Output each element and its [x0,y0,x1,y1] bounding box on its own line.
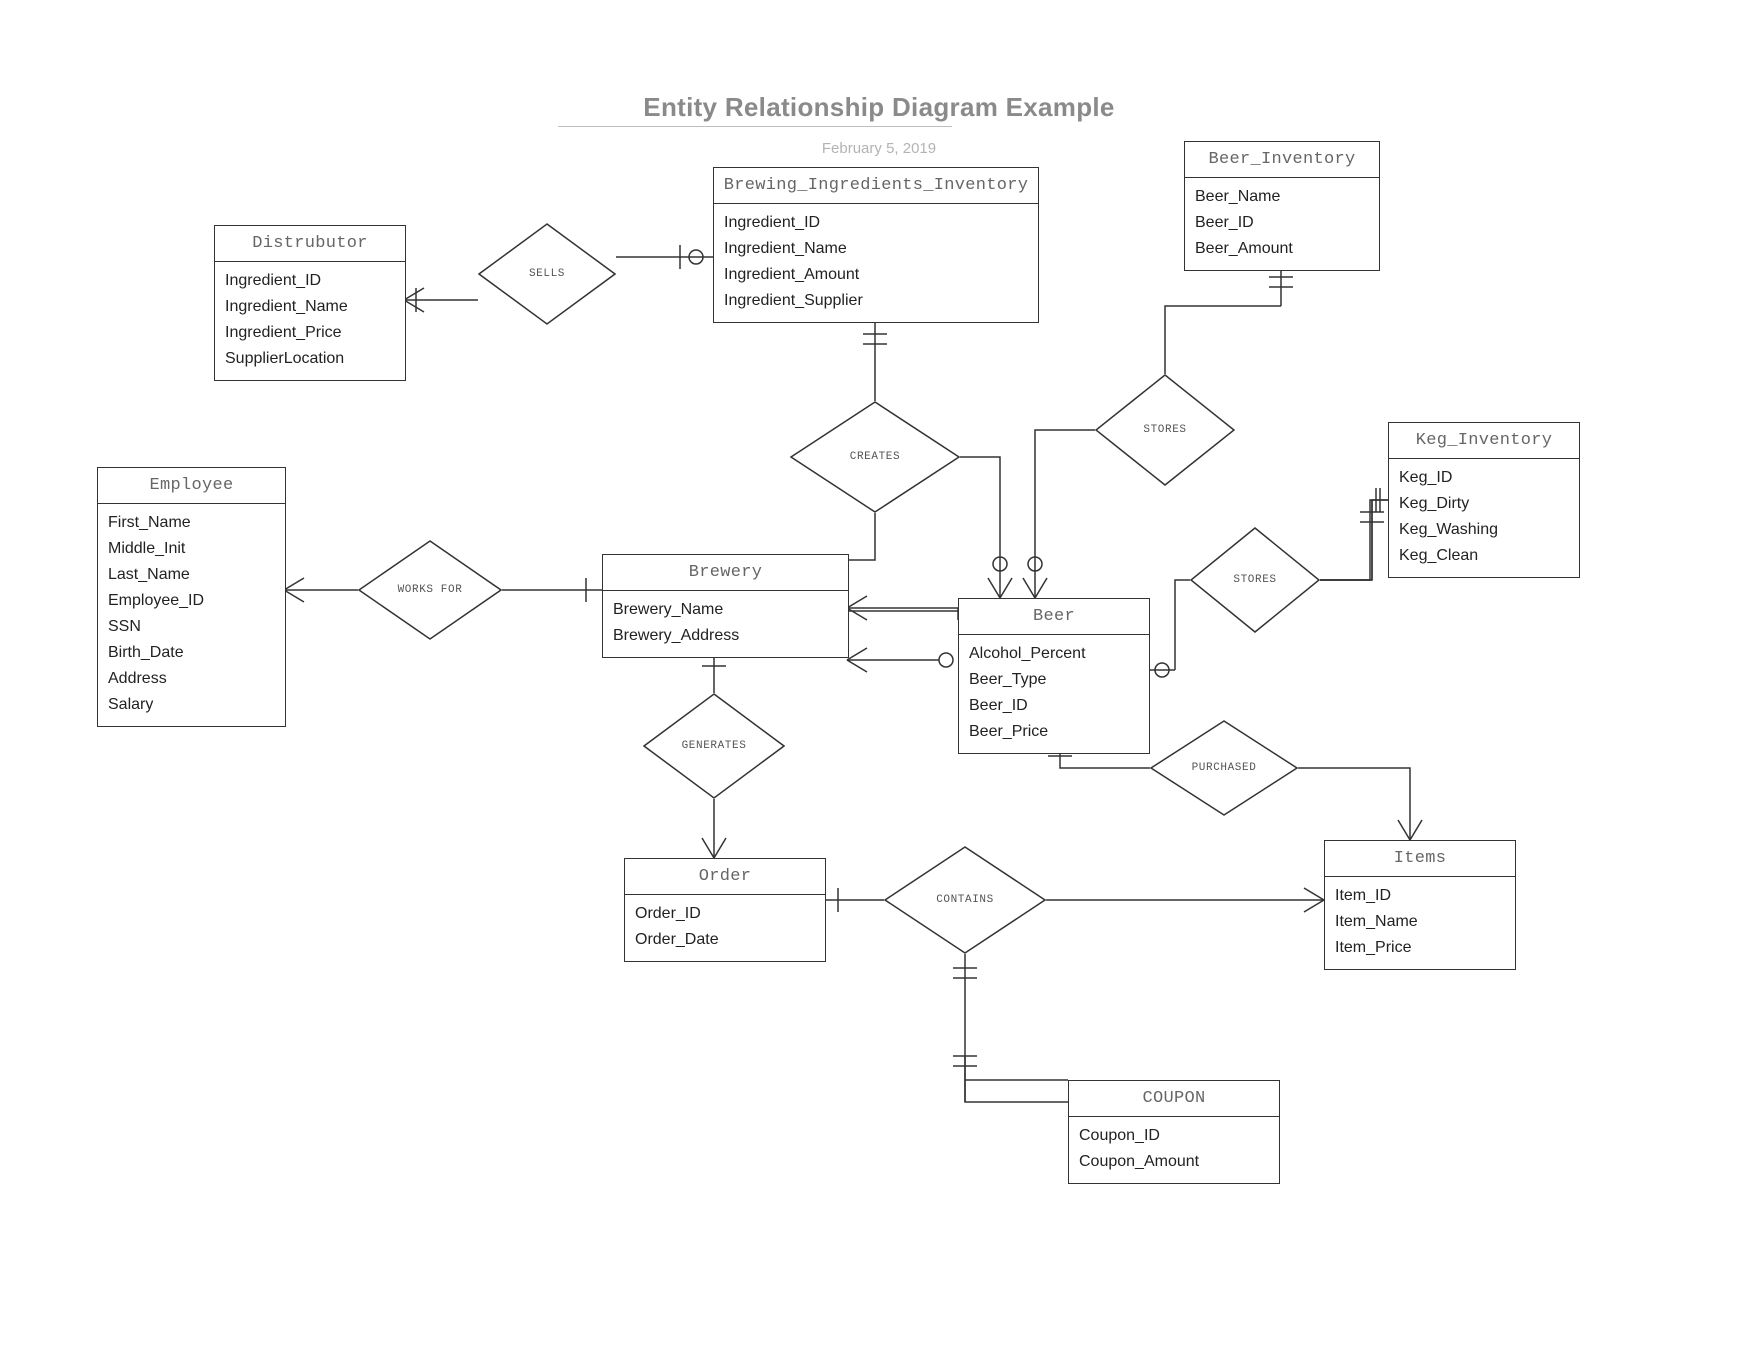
entity-attribute: Order_Date [635,927,815,953]
entity-attribute: Keg_Dirty [1399,491,1569,517]
entity-order-attrs: Order_IDOrder_Date [625,895,825,961]
rel-generates[interactable]: GENERATES [643,693,785,799]
entity-attribute: Ingredient_Price [225,320,395,346]
entity-employee[interactable]: Employee First_NameMiddle_InitLast_NameE… [97,467,286,727]
entity-beer-inventory-attrs: Beer_NameBeer_IDBeer_Amount [1185,178,1379,270]
entity-attribute: SupplierLocation [225,346,395,372]
rel-purchased[interactable]: PURCHASED [1150,720,1298,816]
entity-attribute: Ingredient_Name [724,236,1028,262]
entity-beer-inventory[interactable]: Beer_Inventory Beer_NameBeer_IDBeer_Amou… [1184,141,1380,271]
entity-attribute: Last_Name [108,562,275,588]
entity-keg-inventory-attrs: Keg_IDKeg_DirtyKeg_WashingKeg_Clean [1389,459,1579,577]
entity-attribute: Ingredient_ID [724,210,1028,236]
entity-employee-attrs: First_NameMiddle_InitLast_NameEmployee_I… [98,504,285,726]
entity-beer[interactable]: Beer Alcohol_PercentBeer_TypeBeer_IDBeer… [958,598,1150,754]
entity-items-header: Items [1325,841,1515,877]
diagram-canvas: Entity Relationship Diagram Example Febr… [0,0,1758,1358]
entity-attribute: Coupon_ID [1079,1123,1269,1149]
entity-attribute: Keg_Clean [1399,543,1569,569]
rel-generates-label: GENERATES [682,740,747,752]
entity-attribute: Item_Name [1335,909,1505,935]
entity-attribute: Ingredient_ID [225,268,395,294]
entity-beer-attrs: Alcohol_PercentBeer_TypeBeer_IDBeer_Pric… [959,635,1149,753]
entity-attribute: Birth_Date [108,640,275,666]
entity-attribute: SSN [108,614,275,640]
rel-sells-label: SELLS [529,268,565,280]
entity-attribute: Order_ID [635,901,815,927]
rel-works-for[interactable]: WORKS FOR [358,540,502,640]
entity-distributor-header: Distrubutor [215,226,405,262]
entity-attribute: Address [108,666,275,692]
entity-attribute: Beer_ID [969,693,1139,719]
entity-attribute: Brewery_Name [613,597,838,623]
entity-keg-inventory[interactable]: Keg_Inventory Keg_IDKeg_DirtyKeg_Washing… [1388,422,1580,578]
entity-coupon[interactable]: COUPON Coupon_IDCoupon_Amount [1068,1080,1280,1184]
entity-employee-header: Employee [98,468,285,504]
entity-attribute: Alcohol_Percent [969,641,1139,667]
diagram-date: February 5, 2019 [0,140,1758,157]
entity-attribute: Beer_Name [1195,184,1369,210]
title-underline [558,126,952,127]
rel-stores-beer[interactable]: STORES [1095,374,1235,486]
entity-attribute: Keg_ID [1399,465,1569,491]
entity-attribute: Beer_Amount [1195,236,1369,262]
entity-attribute: Brewery_Address [613,623,838,649]
entity-brewing-inventory-header: Brewing_Ingredients_Inventory [714,168,1038,204]
entity-brewery-attrs: Brewery_NameBrewery_Address [603,591,848,657]
entity-attribute: Ingredient_Name [225,294,395,320]
entity-keg-inventory-header: Keg_Inventory [1389,423,1579,459]
entity-attribute: Ingredient_Amount [724,262,1028,288]
rel-contains-label: CONTAINS [936,894,994,906]
entity-order-header: Order [625,859,825,895]
entity-attribute: Item_Price [1335,935,1505,961]
rel-creates-label: CREATES [850,451,900,463]
entity-attribute: Beer_ID [1195,210,1369,236]
rel-sells[interactable]: SELLS [478,223,616,325]
rel-stores-beer-label: STORES [1143,424,1186,436]
diagram-title: Entity Relationship Diagram Example [0,92,1758,123]
entity-beer-header: Beer [959,599,1149,635]
entity-items[interactable]: Items Item_IDItem_NameItem_Price [1324,840,1516,970]
rel-stores-keg-label: STORES [1233,574,1276,586]
entity-attribute: Beer_Type [969,667,1139,693]
entity-attribute: Middle_Init [108,536,275,562]
entity-attribute: Item_ID [1335,883,1505,909]
entity-brewery[interactable]: Brewery Brewery_NameBrewery_Address [602,554,849,658]
entity-distributor-attrs: Ingredient_IDIngredient_NameIngredient_P… [215,262,405,380]
entity-order[interactable]: Order Order_IDOrder_Date [624,858,826,962]
entity-attribute: Coupon_Amount [1079,1149,1269,1175]
entity-attribute: Keg_Washing [1399,517,1569,543]
entity-attribute: Employee_ID [108,588,275,614]
entity-brewing-inventory-attrs: Ingredient_IDIngredient_NameIngredient_A… [714,204,1038,322]
entity-attribute: First_Name [108,510,275,536]
entity-attribute: Salary [108,692,275,718]
entity-brewing-inventory[interactable]: Brewing_Ingredients_Inventory Ingredient… [713,167,1039,323]
entity-coupon-header: COUPON [1069,1081,1279,1117]
entity-attribute: Beer_Price [969,719,1139,745]
entity-brewery-header: Brewery [603,555,848,591]
entity-beer-inventory-header: Beer_Inventory [1185,142,1379,178]
rel-stores-keg[interactable]: STORES [1190,527,1320,633]
rel-creates[interactable]: CREATES [790,401,960,513]
entity-distributor[interactable]: Distrubutor Ingredient_IDIngredient_Name… [214,225,406,381]
entity-coupon-attrs: Coupon_IDCoupon_Amount [1069,1117,1279,1183]
rel-works-for-label: WORKS FOR [398,584,463,596]
entity-attribute: Ingredient_Supplier [724,288,1028,314]
rel-contains[interactable]: CONTAINS [884,846,1046,954]
rel-purchased-label: PURCHASED [1192,762,1257,774]
entity-items-attrs: Item_IDItem_NameItem_Price [1325,877,1515,969]
